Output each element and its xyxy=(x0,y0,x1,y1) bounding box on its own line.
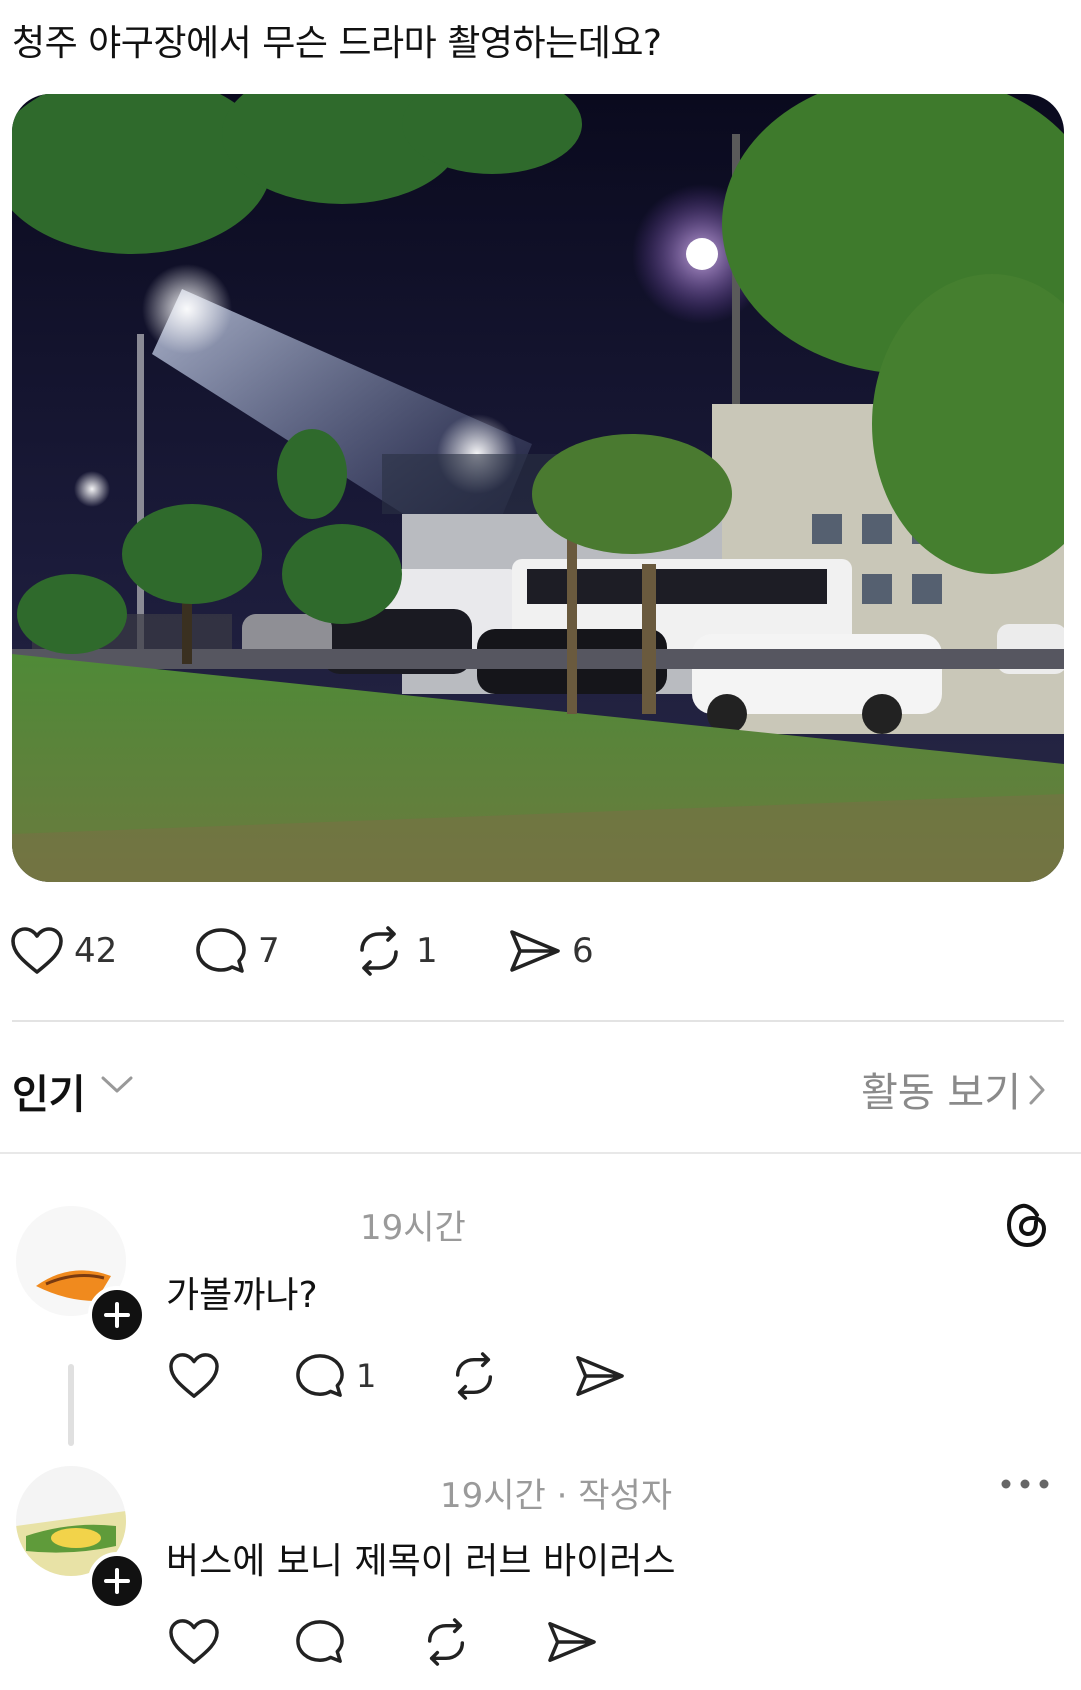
speech-bubble-icon xyxy=(296,1354,344,1397)
comment-text: 버스에 보니 제목이 러브 바이러스 xyxy=(166,1541,676,1582)
more-dots-icon[interactable] xyxy=(1000,1476,1050,1492)
repost-action[interactable]: 1 xyxy=(352,926,438,976)
post-photo[interactable] xyxy=(12,94,1064,882)
comment-count: 7 xyxy=(258,931,280,971)
stadium-night-photo xyxy=(12,94,1064,882)
repost-icon xyxy=(427,1618,465,1666)
comment-reply-count: 1 xyxy=(356,1357,377,1395)
repost-icon xyxy=(455,1352,493,1400)
comment-repost-action[interactable] xyxy=(420,1618,472,1666)
follow-button[interactable] xyxy=(88,1286,146,1344)
divider xyxy=(0,1152,1081,1154)
sort-dropdown-label[interactable]: 인기 xyxy=(12,1062,86,1120)
share-action[interactable]: 6 xyxy=(508,926,594,976)
speech-bubble-icon xyxy=(296,1620,344,1663)
plus-icon xyxy=(104,1568,130,1594)
share-count: 6 xyxy=(572,931,594,971)
threads-logo-icon xyxy=(1006,1203,1047,1248)
paper-plane-icon xyxy=(510,930,560,972)
post-text: 청주 야구장에서 무슨 드라마 촬영하는데요? xyxy=(12,23,662,64)
paper-plane-icon xyxy=(576,1356,624,1396)
repost-icon xyxy=(360,926,398,976)
speech-bubble-icon xyxy=(196,928,246,973)
chevron-down-icon[interactable] xyxy=(100,1074,134,1096)
comment-like-action[interactable] xyxy=(168,1352,220,1400)
chevron-right-icon[interactable] xyxy=(1027,1074,1047,1106)
heart-icon xyxy=(169,1353,219,1398)
comment-text: 가볼까나? xyxy=(166,1275,318,1316)
like-count: 42 xyxy=(74,931,118,971)
comment-reply-action[interactable]: 1 xyxy=(294,1352,376,1400)
comment-share-action[interactable] xyxy=(574,1352,626,1400)
repost-count: 1 xyxy=(416,931,438,971)
view-activity-link[interactable]: 활동 보기 xyxy=(861,1060,1021,1118)
thread-line xyxy=(68,1364,74,1446)
plus-icon xyxy=(104,1302,130,1328)
comment-reply-action[interactable] xyxy=(294,1618,346,1666)
follow-button[interactable] xyxy=(88,1552,146,1610)
comment-share-action[interactable] xyxy=(546,1618,598,1666)
comment-time: 19시간 xyxy=(360,1208,466,1248)
comment-action[interactable]: 7 xyxy=(194,926,280,976)
like-action[interactable]: 42 xyxy=(10,926,117,976)
comment-repost-action[interactable] xyxy=(448,1352,500,1400)
heart-icon xyxy=(169,1619,219,1664)
comment-like-action[interactable] xyxy=(168,1618,220,1666)
comment-time: 19시간 · 작성자 xyxy=(440,1476,673,1516)
heart-icon xyxy=(11,927,63,974)
divider xyxy=(12,1020,1064,1022)
paper-plane-icon xyxy=(548,1622,596,1662)
